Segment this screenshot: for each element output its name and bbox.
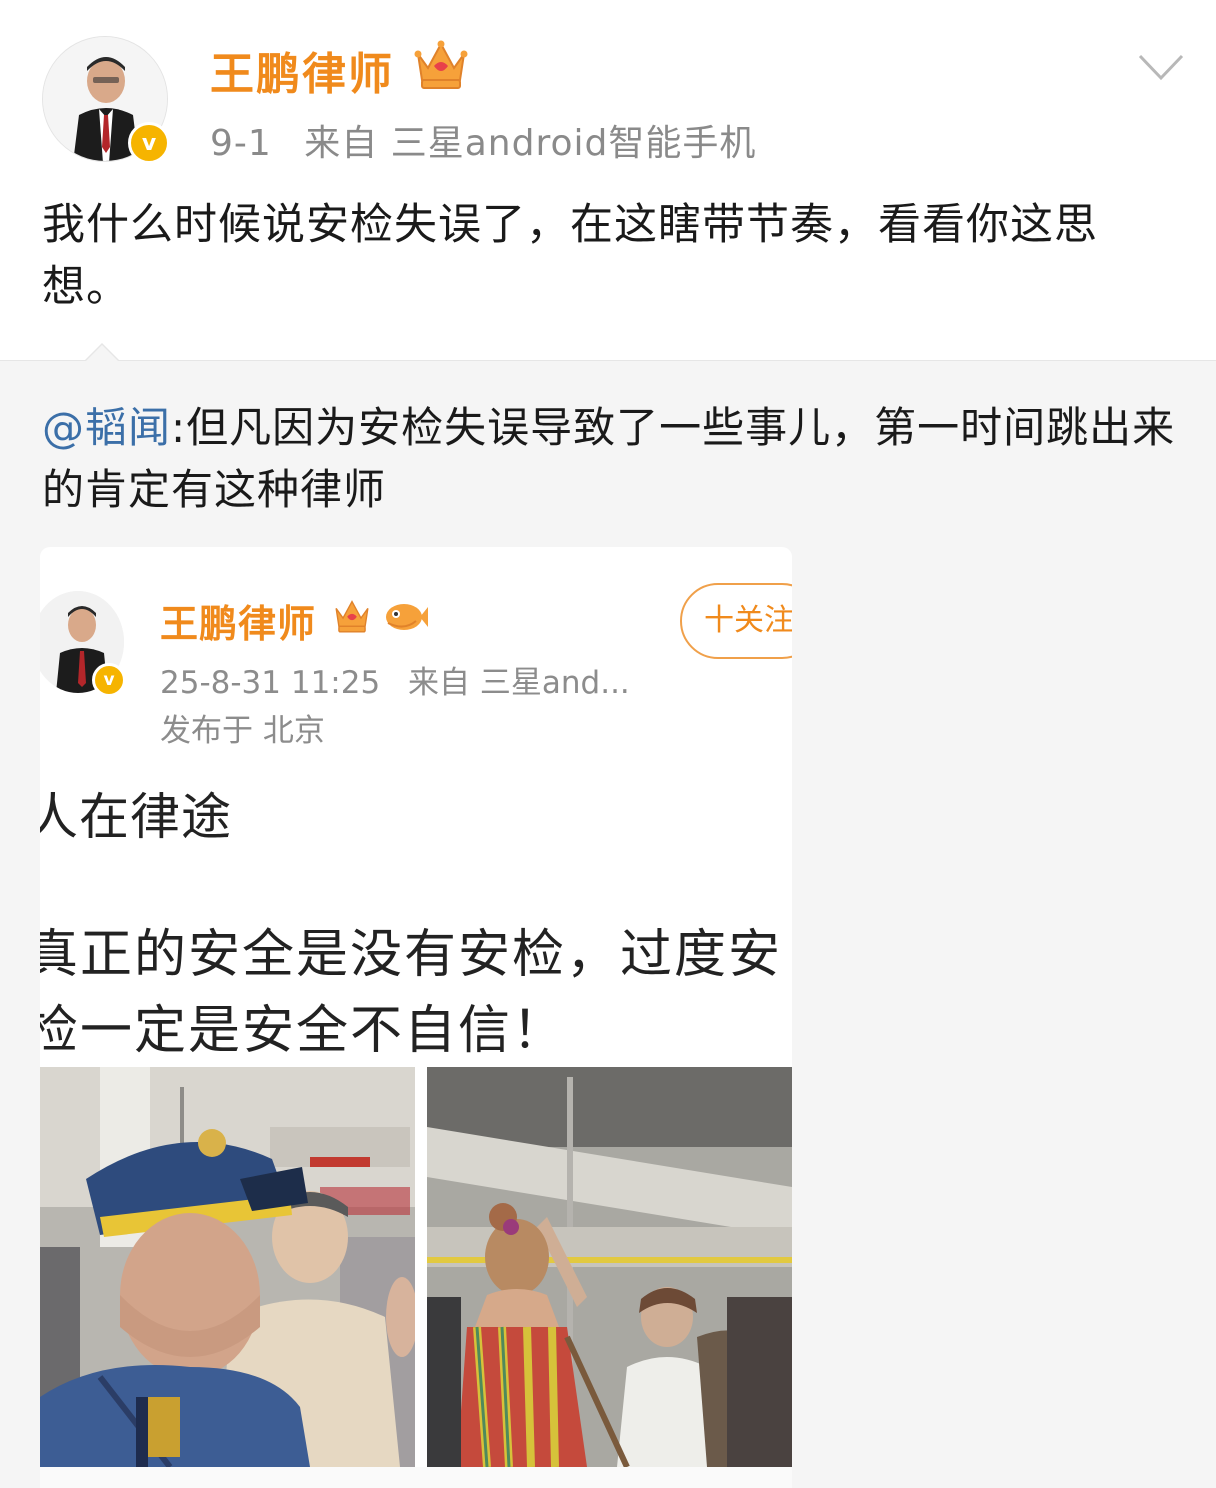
embedded-body-line2: 检一定是安全不自信！ (40, 1001, 567, 1061)
embedded-crown-icon (335, 600, 369, 633)
embedded-location: 发布于 北京 (160, 713, 325, 749)
embedded-meta: 25-8-31 11:25 来自 三星and... (160, 657, 648, 702)
embedded-body: 真正的安全是没有安检，过度安 检一定是安全不自信！ (40, 917, 792, 1069)
photo-security-guard (40, 1067, 415, 1467)
embedded-body-line1: 真正的安全是没有安检，过度安 (40, 925, 783, 985)
embedded-author-name: 王鹏律师 (160, 602, 317, 646)
embedded-fish-badge-icon (386, 604, 428, 630)
embedded-timestamp: 25-8-31 11:25 (160, 665, 381, 701)
verified-badge-icon: v (128, 122, 170, 164)
photo-subway-passengers (427, 1067, 792, 1467)
embedded-follow-button: 十关注 (680, 583, 792, 659)
mention-link[interactable]: @韬闻 (42, 403, 171, 452)
embedded-verified-badge-icon: v (92, 663, 126, 697)
embedded-screenshot-image[interactable]: v 王鹏律师 十关注 25-8-31 11:25 来自 三星and... 发布于… (40, 547, 792, 1488)
chevron-down-icon[interactable] (1136, 50, 1186, 84)
repost-text: @韬闻:但凡因为安检失误导致了一些事儿，第一时间跳出来的肯定有这种律师 (42, 397, 1182, 521)
post-text: 我什么时候说安检失误了，在这瞎带节奏，看看你这思想。 (42, 200, 1098, 312)
crown-icon (414, 40, 468, 89)
repost-container[interactable]: @韬闻:但凡因为安检失误导致了一些事儿，第一时间跳出来的肯定有这种律师 v 王鹏… (0, 343, 1216, 1488)
author-name[interactable]: 王鹏律师 (210, 38, 394, 102)
repost-body: :但凡因为安检失误导致了一些事儿，第一时间跳出来的肯定有这种律师 (42, 403, 1176, 514)
post-meta: 9-1 来自 三星android智能手机 (210, 114, 776, 166)
embedded-title: 人在律途 (40, 788, 232, 846)
embedded-caption-strip (40, 1467, 792, 1488)
embedded-source: 来自 三星and... (408, 665, 630, 701)
post-header: v 王鹏律师 9-1 来自 三星android智能手机 (0, 0, 1216, 180)
post-source[interactable]: 来自 三星android智能手机 (304, 123, 756, 164)
post-date: 9-1 (210, 123, 272, 164)
